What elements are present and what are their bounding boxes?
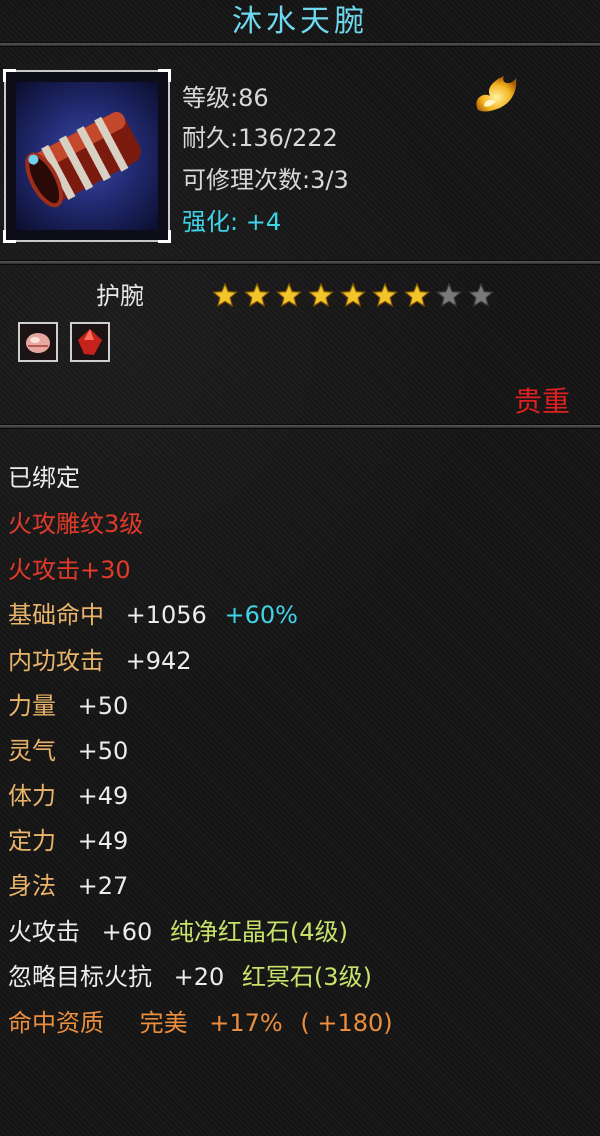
spirit-value: +50 [77,737,129,765]
item-type: 护腕 [96,282,144,310]
strength-value: +50 [77,692,129,720]
pink-gem-icon [26,333,50,353]
quality-bonus: ( +180) [300,1009,393,1037]
item-title: 沐水天腕 [232,4,368,39]
flame-icon [470,70,520,116]
star-filled-icon [244,283,270,307]
item-enhance: 强化: +4 [182,202,281,237]
gem-slot-1[interactable] [18,322,58,362]
agility-label: 身法 [8,872,56,900]
star-filled-icon [276,283,302,307]
focus-value: +49 [77,827,129,855]
hit-stat: 基础命中 +1056 +60% [8,595,298,630]
item-tooltip: 沐水天腕 等级:86 耐久:136/222 可修理次数:3/3 强化: +4 护… [0,0,600,1136]
red-gem-icon [78,329,102,355]
focus-label: 定力 [8,827,56,855]
inner-attack-stat: 内功攻击 +942 [8,641,192,676]
hit-label: 基础命中 [8,601,104,629]
divider [0,260,600,265]
item-durability: 耐久:136/222 [182,124,338,152]
divider [0,424,600,429]
strength-label: 力量 [8,692,56,720]
star-filled-icon [404,283,430,307]
item-level: 等级:86 [182,84,269,112]
constitution-label: 体力 [8,782,56,810]
spirit-stat: 灵气 +50 [8,731,128,766]
star-filled-icon [212,283,238,307]
gem2-label: 忽略目标火抗 [8,963,152,991]
enhance-label: 强化: [182,208,239,236]
constitution-value: +49 [77,782,129,810]
gem1-value: +60 [101,918,153,946]
gem2-name: 红冥石(3级) [241,963,372,991]
star-rating [212,283,502,309]
agility-value: +27 [77,872,129,900]
gem2-value: +20 [173,963,225,991]
gem1-label: 火攻击 [8,918,80,946]
item-icon-frame [3,69,171,243]
star-empty-icon [468,283,494,307]
star-filled-icon [372,283,398,307]
focus-stat: 定力 +49 [8,821,128,856]
engrave-stat: 火攻雕纹3级 [8,510,144,538]
fire-attack-stat: 火攻击+30 [8,556,131,584]
gem-slot-2[interactable] [70,322,110,362]
hit-value: +1056 [125,601,207,629]
bound-status: 已绑定 [8,464,80,492]
enhance-value: +4 [245,208,282,236]
bracer-item-icon [16,82,158,230]
star-filled-icon [340,283,366,307]
inner-label: 内功攻击 [8,647,104,675]
inner-value: +942 [125,647,192,675]
star-filled-icon [308,283,334,307]
rarity-label: 贵重 [513,385,570,418]
quality-grade: 完美 [139,1009,188,1037]
hit-percent: +60% [224,601,298,629]
gem1-name: 纯净红晶石(4级) [169,918,348,946]
quality-stat: 命中资质 完美 +17% ( +180) [8,1003,393,1038]
constitution-stat: 体力 +49 [8,776,128,811]
gem1-stat: 火攻击 +60 纯净红晶石(4级) [8,912,348,947]
spirit-label: 灵气 [8,737,56,765]
gem2-stat: 忽略目标火抗 +20 红冥石(3级) [8,957,372,992]
divider [0,42,600,47]
item-repair-count: 可修理次数:3/3 [182,166,349,194]
star-empty-icon [436,283,462,307]
strength-stat: 力量 +50 [8,686,128,721]
quality-label: 命中资质 [8,1009,104,1037]
agility-stat: 身法 +27 [8,866,128,901]
quality-percent: +17% [209,1009,283,1037]
